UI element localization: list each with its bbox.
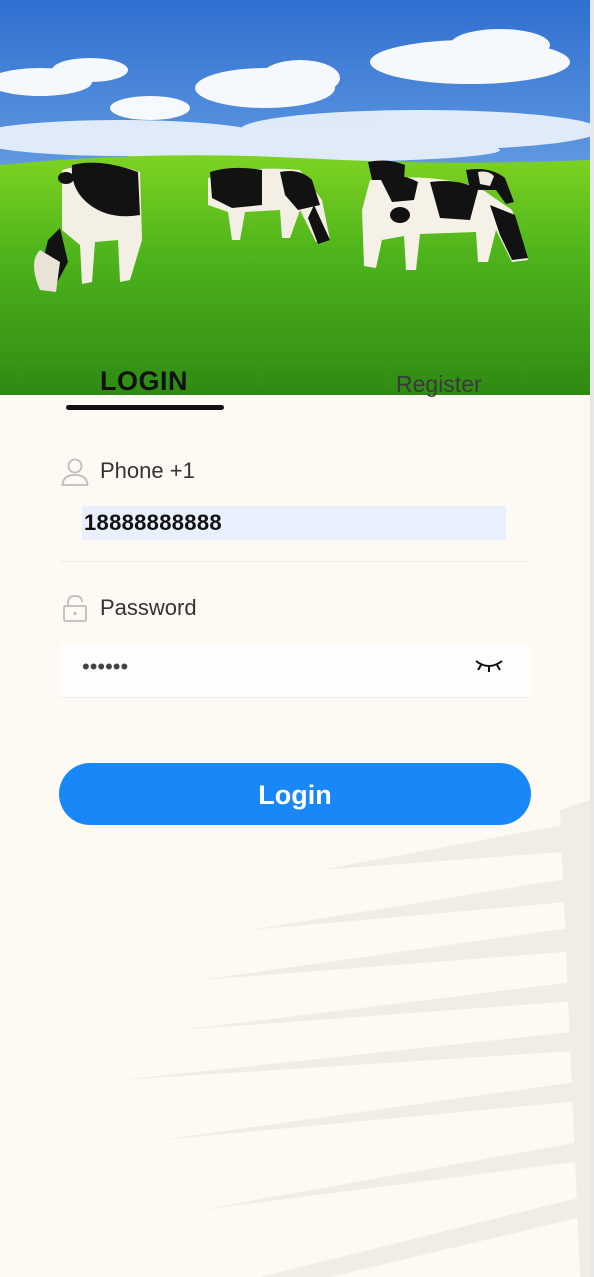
password-label: Password	[100, 595, 197, 620]
tab-login[interactable]: LOGIN	[100, 366, 188, 397]
eye-closed-icon[interactable]	[473, 655, 505, 675]
password-field[interactable]: ••••••	[60, 643, 530, 698]
phone-input[interactable]	[82, 506, 506, 540]
password-masked-value[interactable]: ••••••	[82, 654, 128, 680]
phone-label-row: Phone +1	[60, 456, 195, 486]
phone-field	[60, 488, 530, 562]
phone-label: Phone +1	[100, 458, 195, 483]
user-icon	[61, 458, 89, 486]
tab-register[interactable]: Register	[396, 371, 482, 398]
active-tab-indicator	[66, 405, 224, 410]
password-label-row: Password	[60, 593, 197, 623]
hero-image-cows-pasture	[0, 0, 590, 395]
lock-icon	[63, 595, 87, 622]
login-button[interactable]: Login	[59, 763, 531, 825]
login-page: LOGIN Register Phone +1 Password •••••• …	[0, 0, 594, 1277]
